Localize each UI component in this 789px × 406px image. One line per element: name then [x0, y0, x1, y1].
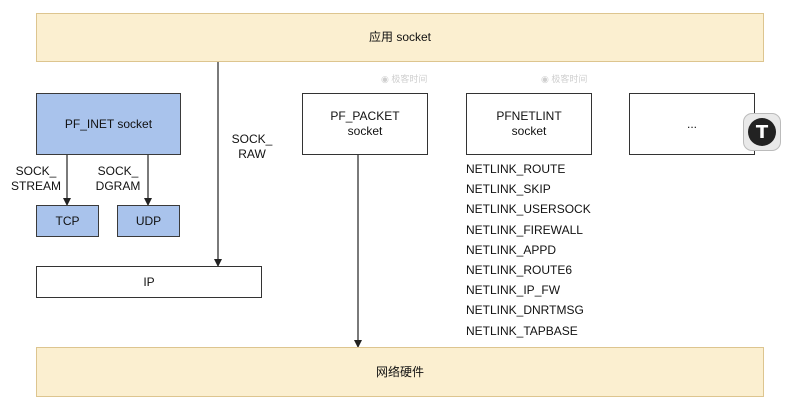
udp-label: UDP — [135, 213, 162, 228]
pf-packet-socket-label: PF_PACKET socket — [330, 109, 400, 138]
list-item: NETLINK_APPD — [466, 242, 557, 257]
other-socket-box: ... — [629, 93, 755, 155]
pf-packet-socket-box: PF_PACKET socket — [302, 93, 428, 155]
udp-box: UDP — [117, 205, 180, 237]
netlink-types-list: NETLINK_ROUTE NETLINK_SKIP NETLINK_USERS… — [466, 159, 591, 341]
pf-inet-socket-box: PF_INET socket — [36, 93, 181, 155]
list-item: NETLINK_DNRTMSG — [466, 303, 584, 318]
list-item: NETLINK_SKIP — [466, 182, 551, 197]
pf-netlink-socket-box: PFNETLINT socket — [466, 93, 592, 155]
list-item: NETLINK_ROUTE — [466, 162, 566, 176]
sock-stream-label: SOCK_ STREAM — [10, 164, 61, 193]
tcp-box: TCP — [36, 205, 99, 237]
list-item: NETLINK_TAPBASE — [466, 323, 578, 338]
network-hardware-label: 网络硬件 — [375, 364, 424, 379]
watermark: ◉ 极客时间 — [381, 74, 428, 84]
other-socket-label: ... — [686, 116, 697, 131]
list-item: NETLINK_USERSOCK — [466, 202, 591, 217]
app-socket-band: 应用 socket — [36, 13, 764, 62]
list-item: NETLINK_FIREWALL — [466, 222, 583, 237]
tcp-label: TCP — [55, 213, 80, 228]
app-socket-label: 应用 socket — [368, 30, 432, 44]
sock-dgram-label: SOCK_ DGRAM — [95, 164, 141, 193]
watermark: ◉ 极客时间 — [541, 74, 588, 84]
ip-label: IP — [143, 274, 155, 289]
list-item: NETLINK_IP_FW — [466, 283, 561, 298]
pf-inet-socket-label: PF_INET socket — [64, 116, 153, 131]
ip-box: IP — [36, 266, 262, 298]
brand-logo-icon: T — [743, 113, 781, 151]
pf-netlink-socket-label: PFNETLINT socket — [496, 109, 562, 138]
network-hardware-band: 网络硬件 — [36, 347, 764, 397]
sock-raw-label: SOCK_ RAW — [231, 132, 273, 161]
list-item: NETLINK_ROUTE6 — [466, 262, 573, 277]
